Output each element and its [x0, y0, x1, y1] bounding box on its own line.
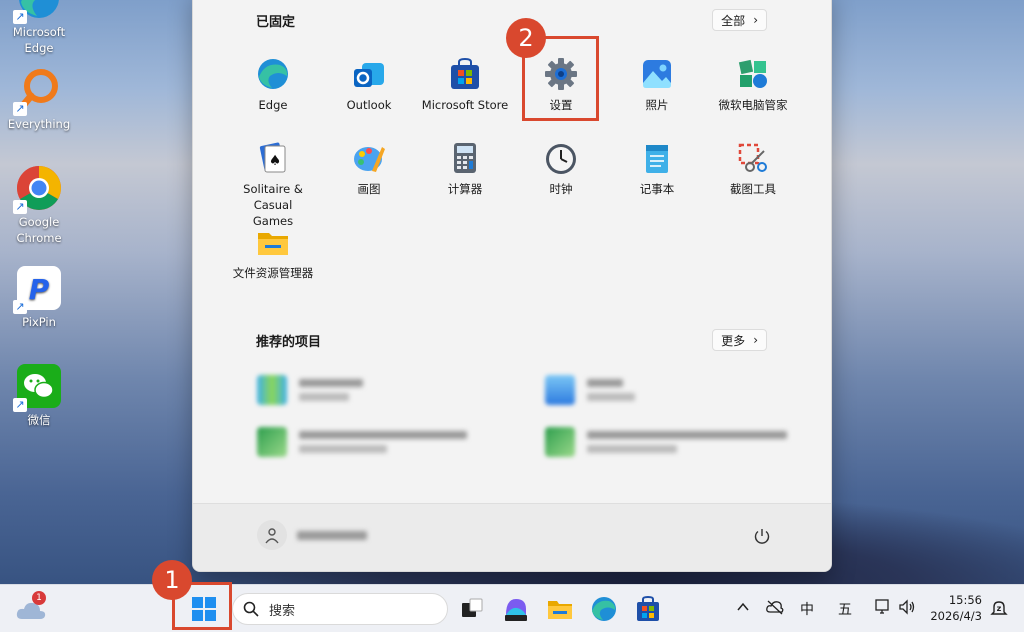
- pinned-app-snipping-tool[interactable]: 截图工具: [705, 141, 801, 197]
- pinned-app-file-explorer[interactable]: 文件资源管理器: [225, 225, 321, 281]
- notification-badge: 1: [32, 591, 46, 605]
- store-icon: [448, 57, 482, 91]
- weather-widget[interactable]: 1: [16, 591, 48, 623]
- snipping-tool-icon: [736, 141, 770, 175]
- clock-icon: [544, 141, 578, 175]
- notification-bell-icon[interactable]: z: [990, 599, 1008, 621]
- svg-text:♠: ♠: [269, 153, 282, 169]
- power-icon[interactable]: [753, 527, 771, 549]
- start-menu-footer: [193, 503, 831, 571]
- desktop-icon-chrome[interactable]: ↗ Google Chrome: [4, 164, 74, 246]
- notepad-icon: [640, 141, 674, 175]
- file-explorer-icon: [256, 225, 290, 259]
- desktop-icon-wechat[interactable]: ↗ 微信: [4, 362, 74, 428]
- file-icon: [545, 427, 575, 457]
- chrome-icon: ↗: [13, 164, 63, 214]
- pinned-app-solitaire[interactable]: ♠ Solitaire & Casual Games: [225, 141, 321, 229]
- recommended-item[interactable]: [257, 427, 467, 457]
- pixpin-icon: P ↗: [13, 264, 63, 314]
- chevron-up-icon[interactable]: [736, 599, 750, 618]
- pinned-app-store[interactable]: Microsoft Store: [417, 57, 513, 113]
- m365-copilot-icon[interactable]: [502, 595, 530, 623]
- taskbar-time: 15:56: [948, 593, 982, 607]
- taskbar: 1 搜索 中 五 15:56 2026/4/3 z: [0, 584, 1024, 632]
- all-apps-button[interactable]: 全部 ›: [712, 9, 767, 31]
- start-menu: 已固定 全部 › Edge Outlook Microsoft Store 设置…: [192, 0, 832, 572]
- cloud-offline-icon[interactable]: [766, 599, 784, 619]
- step-1-badge: 1: [152, 560, 192, 600]
- store-icon[interactable]: [634, 595, 662, 623]
- recommended-section-title: 推荐的项目: [256, 335, 322, 350]
- desktop-icon-everything[interactable]: ↗ Everything: [4, 66, 74, 132]
- everything-icon: ↗: [13, 66, 63, 116]
- taskbar-date: 2026/4/3: [930, 609, 982, 623]
- pinned-app-pc-manager[interactable]: 微软电脑管家: [705, 57, 801, 113]
- wechat-icon: ↗: [13, 362, 63, 412]
- pinned-app-clock[interactable]: 时钟: [513, 141, 609, 197]
- user-account-button[interactable]: [257, 520, 367, 550]
- edge-icon: [256, 57, 290, 91]
- pinned-app-edge[interactable]: Edge: [225, 57, 321, 113]
- svg-text:P: P: [29, 273, 50, 306]
- pinned-section-title: 已固定: [256, 15, 296, 30]
- outlook-icon: [352, 57, 386, 91]
- clock-area[interactable]: 15:56 2026/4/3: [928, 592, 982, 624]
- pinned-app-photos[interactable]: 照片: [609, 57, 705, 113]
- recommended-item[interactable]: [545, 427, 787, 457]
- taskbar-search-input[interactable]: 搜索: [232, 593, 448, 625]
- chevron-right-icon: ›: [753, 333, 758, 347]
- ime-language-indicator[interactable]: 中: [800, 599, 814, 619]
- pinned-app-calculator[interactable]: 计算器: [417, 141, 513, 197]
- ime-mode-indicator[interactable]: 五: [838, 599, 852, 619]
- file-icon: [257, 375, 287, 405]
- volume-icon[interactable]: [898, 599, 916, 619]
- edge-icon[interactable]: [590, 595, 618, 623]
- paint-icon: [352, 141, 386, 175]
- pinned-app-paint[interactable]: 画图: [321, 141, 417, 197]
- pinned-app-notepad[interactable]: 记事本: [609, 141, 705, 197]
- photos-icon: [640, 57, 674, 91]
- recommended-item[interactable]: [545, 375, 635, 405]
- avatar: [257, 520, 287, 550]
- file-explorer-icon[interactable]: [546, 595, 574, 623]
- svg-text:z: z: [997, 604, 1002, 613]
- network-icon[interactable]: [874, 599, 892, 619]
- more-button[interactable]: 更多 ›: [712, 329, 767, 351]
- chevron-right-icon: ›: [753, 13, 758, 27]
- file-icon: [257, 427, 287, 457]
- desktop-icon-pixpin[interactable]: P ↗ PixPin: [4, 264, 74, 330]
- pinned-app-outlook[interactable]: Outlook: [321, 57, 417, 113]
- edge-icon: ↗: [13, 0, 63, 24]
- search-icon: [243, 601, 259, 617]
- solitaire-icon: ♠: [256, 141, 290, 175]
- step-2-badge: 2: [506, 18, 546, 58]
- recommended-item[interactable]: [257, 375, 363, 405]
- pc-manager-icon: [736, 57, 770, 91]
- task-view-icon[interactable]: [458, 595, 486, 623]
- desktop-icon-edge[interactable]: ↗ Microsoft Edge: [4, 0, 74, 56]
- calculator-icon: [448, 141, 482, 175]
- file-icon: [545, 375, 575, 405]
